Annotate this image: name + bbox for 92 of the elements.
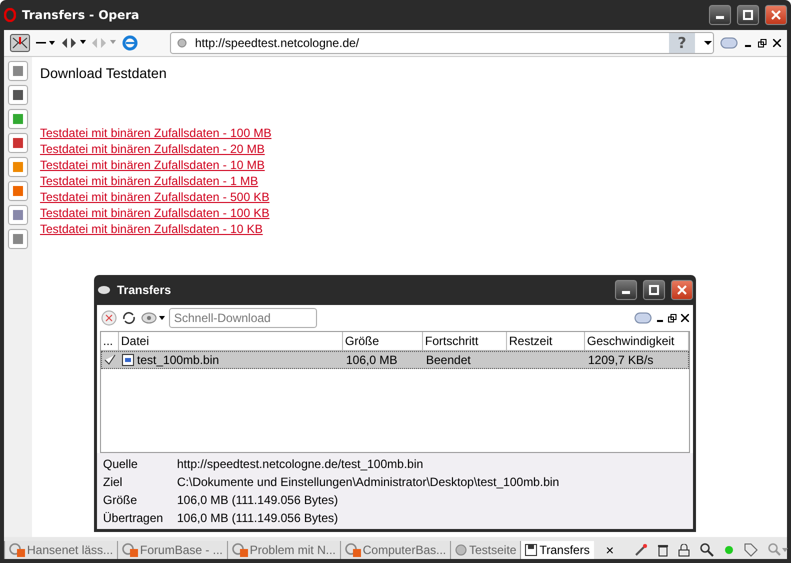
detail-label: Übertragen	[103, 511, 164, 525]
page-tab[interactable]: ComputerBas...	[340, 541, 450, 559]
column-header[interactable]: Restzeit	[507, 332, 585, 351]
caret-icon[interactable]	[703, 40, 713, 46]
restore-icon[interactable]	[758, 38, 767, 48]
detail-value: http://speedtest.netcologne.de/test_100mb.bin	[177, 457, 424, 471]
page-tab[interactable]: Hansenet läss...	[4, 541, 118, 559]
restore-icon[interactable]	[668, 314, 677, 322]
detail-value: C:\Dokumente und Einstellungen\Administrator\Desktop\test_100mb.bin	[177, 475, 560, 489]
column-header[interactable]: Fortschritt	[423, 332, 507, 351]
page-tab[interactable]: ForumBase - ...	[117, 541, 227, 559]
page-tab[interactable]: Testseite	[450, 541, 520, 559]
panel-button[interactable]	[8, 133, 28, 153]
column-header[interactable]: Größe	[343, 332, 423, 351]
panel-button[interactable]	[8, 205, 28, 225]
download-link[interactable]: Testdatei mit binären Zufallsdaten - 20 MB	[40, 141, 265, 157]
eye-icon[interactable]	[141, 312, 165, 324]
maximize-button[interactable]	[737, 5, 759, 25]
page-tab[interactable]: Transfers	[520, 541, 594, 559]
mail-icon[interactable]	[10, 34, 30, 52]
detail-label: Quelle	[103, 457, 139, 471]
close-button[interactable]	[671, 280, 693, 300]
square-icon	[12, 161, 24, 173]
close-icon[interactable]	[773, 39, 781, 47]
download-link[interactable]: Testdatei mit binären Zufallsdaten - 100 KB	[40, 205, 270, 221]
close-icon	[677, 285, 687, 295]
download-link[interactable]: Testdatei mit binären Zufallsdaten - 10 KB	[40, 221, 263, 237]
table-cell-text: 106,0 MB	[345, 353, 398, 367]
download-link[interactable]: Testdatei mit binären Zufallsdaten - 1 MB	[40, 173, 258, 189]
minimize-button[interactable]	[709, 5, 731, 25]
search-icon[interactable]	[700, 543, 714, 557]
table-cell-text: Beendet	[425, 353, 472, 367]
refresh-icon[interactable]	[121, 310, 137, 326]
table-cell: test_100mb.bin	[137, 353, 220, 367]
forum-logo-icon	[122, 543, 138, 557]
tag-icon[interactable]	[744, 543, 758, 557]
download-link[interactable]: Testdatei mit binären Zufallsdaten - 500 KB	[40, 189, 270, 205]
forum-logo-icon	[9, 543, 25, 557]
square-icon	[12, 137, 24, 149]
column-header[interactable]: Geschwindigkeit	[585, 332, 689, 351]
quick-download-field[interactable]: Schnell-Download	[169, 308, 317, 328]
panel-button[interactable]	[8, 181, 28, 201]
opera-logo-icon	[4, 8, 16, 22]
square-icon	[12, 89, 24, 101]
panel-button[interactable]	[8, 85, 28, 105]
maximize-icon	[649, 285, 659, 295]
square-icon	[12, 65, 24, 77]
panel-button[interactable]	[8, 61, 28, 81]
close-icon	[771, 10, 781, 20]
maximize-button[interactable]	[643, 280, 665, 300]
transfers-logo-icon	[97, 285, 111, 295]
panel-button[interactable]	[8, 229, 28, 249]
file-icon	[122, 354, 134, 366]
detail-label: Ziel	[103, 475, 124, 489]
globe-icon	[455, 544, 468, 556]
square-icon	[12, 233, 24, 245]
status-dot-icon	[724, 545, 734, 555]
search-icon[interactable]	[768, 543, 788, 557]
line-dropdown-icon[interactable]	[36, 39, 56, 47]
transfer-row[interactable]: test_100mb.bin 106,0 MB Beendet 1209,7 KB/s	[101, 351, 689, 369]
close-tab-button[interactable]: ×	[606, 542, 614, 558]
stop-icon[interactable]	[101, 310, 117, 326]
close-icon[interactable]	[681, 314, 689, 322]
detail-value: 106,0 MB (111.149.056 Bytes)	[177, 511, 339, 525]
square-icon	[12, 185, 24, 197]
wand-icon[interactable]	[634, 543, 648, 557]
help-button[interactable]: ?	[669, 33, 695, 53]
lock-icon[interactable]	[678, 544, 690, 556]
square-icon	[12, 113, 24, 125]
back-forward-icon[interactable]	[62, 38, 86, 48]
page-tab[interactable]: Problem mit N...	[226, 541, 340, 559]
detail-label: Größe	[103, 493, 138, 507]
address-field[interactable]: http://speedtest.netcologne.de/	[195, 36, 661, 50]
browser-e-icon[interactable]	[122, 35, 138, 51]
window-title: Transfers	[117, 283, 172, 297]
column-header[interactable]: ...	[101, 332, 119, 351]
minimize-button[interactable]	[615, 280, 637, 300]
download-link[interactable]: Testdatei mit binären Zufallsdaten - 100 MB	[40, 125, 272, 141]
close-button[interactable]	[765, 5, 787, 25]
pill-icon[interactable]	[720, 37, 738, 49]
page-heading: Download Testdaten	[40, 65, 168, 81]
forum-logo-icon	[232, 543, 248, 557]
window-title: Transfers - Opera	[22, 8, 140, 22]
column-header[interactable]: Datei	[119, 332, 343, 351]
page-status-icon	[177, 38, 187, 48]
maximize-icon	[743, 10, 753, 20]
download-link[interactable]: Testdatei mit binären Zufallsdaten - 10 MB	[40, 157, 265, 173]
square-icon	[12, 209, 24, 221]
forum-logo-icon	[344, 543, 361, 557]
detail-value: 106,0 MB (111.149.056 Bytes)	[177, 493, 339, 507]
table-cell-text: 1209,7 KB/s	[587, 353, 654, 367]
trash-icon[interactable]	[658, 544, 668, 556]
